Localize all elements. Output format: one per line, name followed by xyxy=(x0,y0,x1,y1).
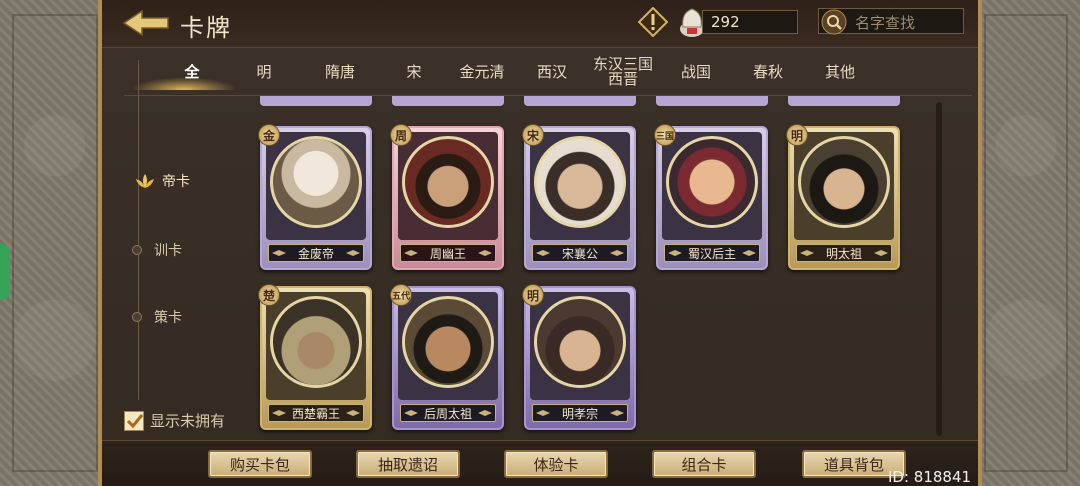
category-label: 帝卡 xyxy=(162,174,190,190)
dynasty-badge: 明 xyxy=(522,284,544,306)
portrait xyxy=(798,136,890,228)
show-unowned-toggle[interactable]: 显示未拥有 xyxy=(124,410,225,431)
category-strategy[interactable]: 策卡 xyxy=(132,307,182,327)
portrait xyxy=(534,136,626,228)
combo-card-button[interactable]: 组合卡 xyxy=(652,450,756,478)
card-partial xyxy=(524,96,636,106)
category-timeline xyxy=(138,60,139,400)
tab-song[interactable]: 宋 xyxy=(394,52,434,92)
back-arrow-icon xyxy=(122,9,169,37)
card-partial xyxy=(260,96,372,106)
tab-zhanguo[interactable]: 战国 xyxy=(672,52,720,92)
page-title: 卡牌 xyxy=(180,14,232,42)
card-window: 卡牌 292 名字查找 全 明 隋唐 宋 金元清 西汉 东汉三国西晋 战国 春秋… xyxy=(98,0,982,486)
header-bar: 卡牌 292 名字查找 xyxy=(102,0,978,48)
card-name: 金废帝 xyxy=(268,244,364,262)
portrait xyxy=(270,136,362,228)
right-decor-panel xyxy=(972,0,1080,486)
tab-suitang[interactable]: 隋唐 xyxy=(312,52,368,92)
card-name: 西楚霸王 xyxy=(268,404,364,422)
dynasty-badge: 楚 xyxy=(258,284,280,306)
checkmark-icon xyxy=(126,413,144,428)
portrait xyxy=(666,136,758,228)
card-song-xianggong[interactable]: 宋 宋襄公 xyxy=(522,124,636,270)
left-decor-panel xyxy=(0,0,110,486)
category-label: 策卡 xyxy=(154,310,182,326)
search-input[interactable]: 名字查找 xyxy=(818,8,964,35)
bottom-toolbar: 购买卡包 抽取遗诏 体验卡 组合卡 道具背包 xyxy=(102,440,978,486)
tab-chunqiu[interactable]: 春秋 xyxy=(744,52,792,92)
card-ming-xiaozong[interactable]: 明 明孝宗 xyxy=(522,284,636,430)
dynasty-tabs: 全 明 隋唐 宋 金元清 西汉 东汉三国西晋 战国 春秋 其他 xyxy=(124,52,974,92)
card-xichu-bawang[interactable]: 楚 西楚霸王 xyxy=(258,284,372,430)
tab-donghan-sanguo-xijin[interactable]: 东汉三国西晋 xyxy=(590,52,656,92)
card-jin-feidi[interactable]: 金 金废帝 xyxy=(258,124,372,270)
portrait xyxy=(534,296,626,388)
dot-icon xyxy=(132,245,142,255)
show-unowned-label: 显示未拥有 xyxy=(150,412,226,430)
card-name: 周幽王 xyxy=(400,244,496,262)
tab-ming[interactable]: 明 xyxy=(244,52,284,92)
portrait xyxy=(402,136,494,228)
card-shuhan-houzhu[interactable]: 三国 蜀汉后主 xyxy=(654,124,768,270)
tab-other[interactable]: 其他 xyxy=(816,52,864,92)
card-name: 后周太祖 xyxy=(400,404,496,422)
dynasty-badge: 宋 xyxy=(522,124,544,146)
dynasty-badge: 金 xyxy=(258,124,280,146)
category-label: 训卡 xyxy=(154,243,182,259)
draw-edict-button[interactable]: 抽取遗诏 xyxy=(356,450,460,478)
category-emperor[interactable]: 帝卡 xyxy=(126,167,226,193)
search-icon xyxy=(821,9,847,35)
portrait xyxy=(402,296,494,388)
card-ming-taizu[interactable]: 明 明太祖 xyxy=(786,124,900,270)
card-houzhou-taizu[interactable]: 五代 后周太祖 xyxy=(390,284,504,430)
card-name: 宋襄公 xyxy=(532,244,628,262)
notice-icon[interactable] xyxy=(637,6,669,38)
scrollbar[interactable] xyxy=(936,102,942,436)
card-partial xyxy=(656,96,768,106)
search-placeholder: 名字查找 xyxy=(855,14,916,32)
checkbox[interactable] xyxy=(124,410,144,431)
trial-card-button[interactable]: 体验卡 xyxy=(504,450,608,478)
user-id: ID: 818841 xyxy=(888,468,972,486)
currency-amount: 292 xyxy=(702,10,798,34)
card-zhou-youwang[interactable]: 周 周幽王 xyxy=(390,124,504,270)
card-name: 明孝宗 xyxy=(532,404,628,422)
dynasty-badge: 五代 xyxy=(390,284,412,306)
card-name: 明太祖 xyxy=(796,244,892,262)
tab-jinyuanqing[interactable]: 金元清 xyxy=(450,52,514,92)
card-partial xyxy=(788,96,900,106)
card-name: 蜀汉后主 xyxy=(664,244,760,262)
dot-icon xyxy=(132,312,142,322)
dynasty-badge: 三国 xyxy=(654,124,676,146)
category-training[interactable]: 训卡 xyxy=(132,240,182,260)
tab-xihan[interactable]: 西汉 xyxy=(528,52,576,92)
portrait xyxy=(270,296,362,388)
lotus-icon xyxy=(136,174,154,188)
card-partial xyxy=(392,96,504,106)
active-tab-indicator xyxy=(134,78,234,90)
dynasty-badge: 周 xyxy=(390,124,412,146)
back-button[interactable] xyxy=(122,8,172,38)
dynasty-badge: 明 xyxy=(786,124,808,146)
buy-pack-button[interactable]: 购买卡包 xyxy=(208,450,312,478)
floating-side-tab[interactable] xyxy=(0,244,10,300)
